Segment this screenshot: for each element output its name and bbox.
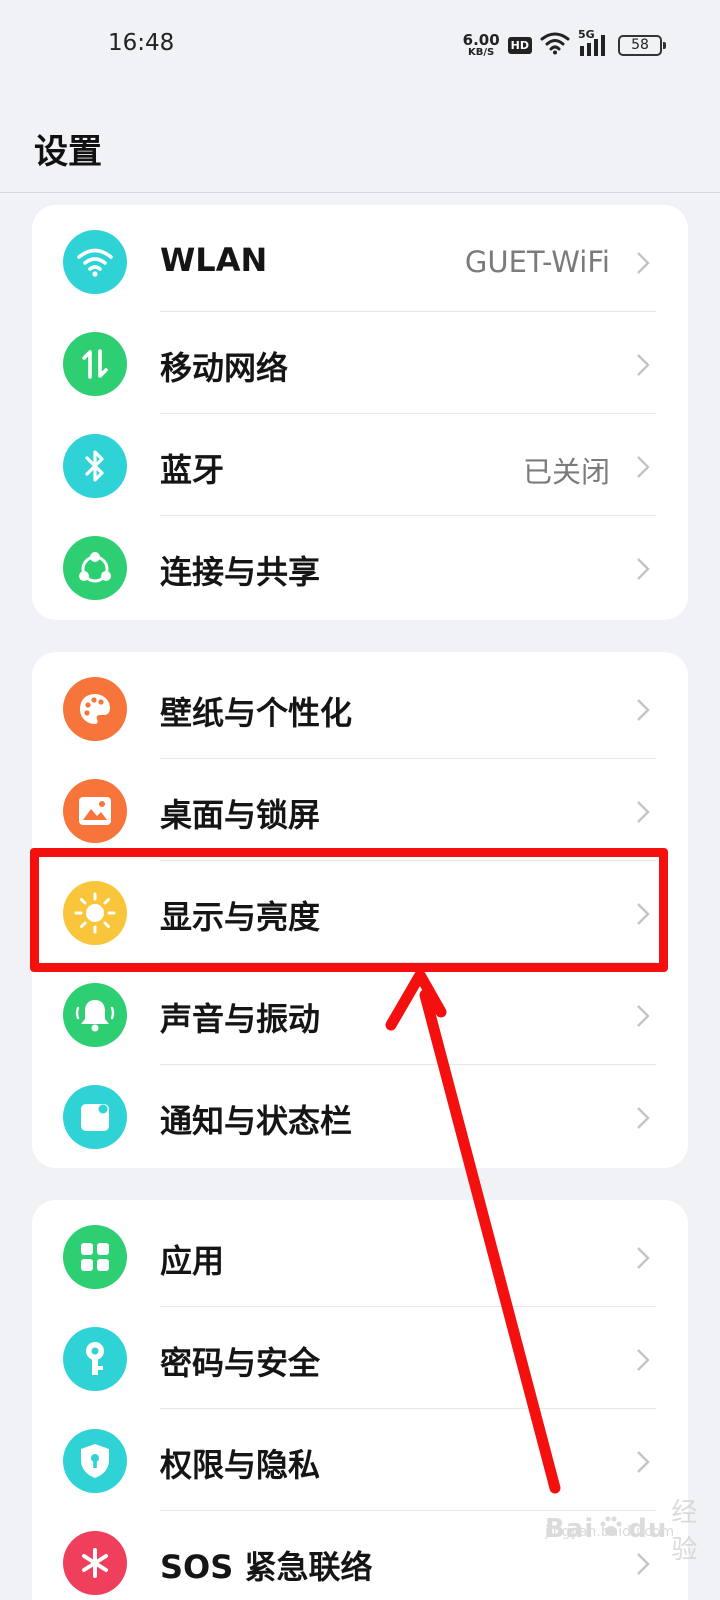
cellular-signal-icon: 5G <box>578 28 610 58</box>
settings-item-label: 蓝牙 <box>160 451 225 489</box>
chevron-right-icon <box>637 1349 650 1371</box>
key-icon <box>63 1327 127 1391</box>
settings-item-label: 桌面与锁屏 <box>160 796 321 834</box>
chevron-right-icon <box>637 1107 650 1129</box>
settings-item-label: 连接与共享 <box>160 553 321 591</box>
settings-item-label: 通知与状态栏 <box>160 1102 353 1140</box>
watermark-sub: 经验 <box>671 1498 698 1565</box>
watermark-url: jingyan.baidu.com <box>545 1524 675 1540</box>
highlight-box <box>30 848 668 972</box>
settings-item-apps[interactable]: 应用 <box>32 1204 688 1307</box>
picture-icon <box>63 779 127 843</box>
chevron-right-icon <box>637 801 650 823</box>
chevron-right-icon <box>637 456 650 478</box>
title-divider <box>0 192 720 193</box>
settings-item-wlan[interactable]: WLAN GUET-WiFi <box>32 209 688 312</box>
settings-item-sound-vibration[interactable]: 声音与振动 <box>32 962 688 1065</box>
settings-item-notifications-statusbar[interactable]: 通知与状态栏 <box>32 1064 688 1167</box>
sos-icon <box>63 1531 127 1595</box>
settings-item-password-security[interactable]: 密码与安全 <box>32 1306 688 1409</box>
status-bar: 16:48 6.00 KB/S HD 5G 58 <box>0 0 720 92</box>
chevron-right-icon <box>637 252 650 274</box>
network-speed: 6.00 KB/S <box>462 30 500 58</box>
bell-icon <box>63 983 127 1047</box>
settings-item-label: 应用 <box>160 1242 225 1280</box>
chevron-right-icon <box>637 558 650 580</box>
hd-badge: HD <box>507 36 532 54</box>
bluetooth-status: 已关闭 <box>522 455 610 489</box>
settings-item-label: WLAN <box>160 241 268 279</box>
wifi-network-name: GUET-WiFi <box>464 245 610 279</box>
settings-item-label: 壁纸与个性化 <box>160 694 353 732</box>
settings-item-label: 密码与安全 <box>160 1344 321 1382</box>
settings-item-label: 移动网络 <box>160 349 289 387</box>
chevron-right-icon <box>637 354 650 376</box>
chevron-right-icon <box>637 1005 650 1027</box>
baidu-watermark: Bai du 经验 jingyan.baidu.com <box>545 1492 720 1566</box>
chevron-right-icon <box>637 1451 650 1473</box>
wifi-icon <box>63 230 127 294</box>
chevron-right-icon <box>637 699 650 721</box>
settings-item-wallpaper[interactable]: 壁纸与个性化 <box>32 656 688 759</box>
apps-icon <box>63 1225 127 1289</box>
page-title: 设置 <box>34 132 102 172</box>
network-speed-unit: KB/S <box>468 46 495 58</box>
settings-item-label: 声音与振动 <box>160 1000 321 1038</box>
settings-item-connection-sharing[interactable]: 连接与共享 <box>32 515 688 618</box>
chevron-right-icon <box>637 1247 650 1269</box>
status-time: 16:48 <box>108 30 175 56</box>
settings-item-label: SOS 紧急联络 <box>160 1548 373 1586</box>
settings-item-label: 权限与隐私 <box>160 1446 321 1484</box>
network-speed-value: 6.00 <box>462 30 500 49</box>
bluetooth-icon <box>63 434 127 498</box>
share-icon <box>63 536 127 600</box>
palette-icon <box>63 677 127 741</box>
settings-group-connectivity: WLAN GUET-WiFi 移动网络 蓝牙 已关闭 连接与共享 <box>32 205 688 620</box>
settings-item-mobile-network[interactable]: 移动网络 <box>32 311 688 414</box>
notification-icon <box>63 1085 127 1149</box>
shield-icon <box>63 1429 127 1493</box>
status-icons: 6.00 KB/S HD 5G 58 <box>462 28 666 60</box>
settings-item-desktop-lockscreen[interactable]: 桌面与锁屏 <box>32 758 688 861</box>
wifi-status-icon <box>540 31 570 59</box>
mobile-data-icon <box>63 332 127 396</box>
settings-item-bluetooth[interactable]: 蓝牙 已关闭 <box>32 413 688 516</box>
battery-indicator: 58 <box>618 34 666 56</box>
